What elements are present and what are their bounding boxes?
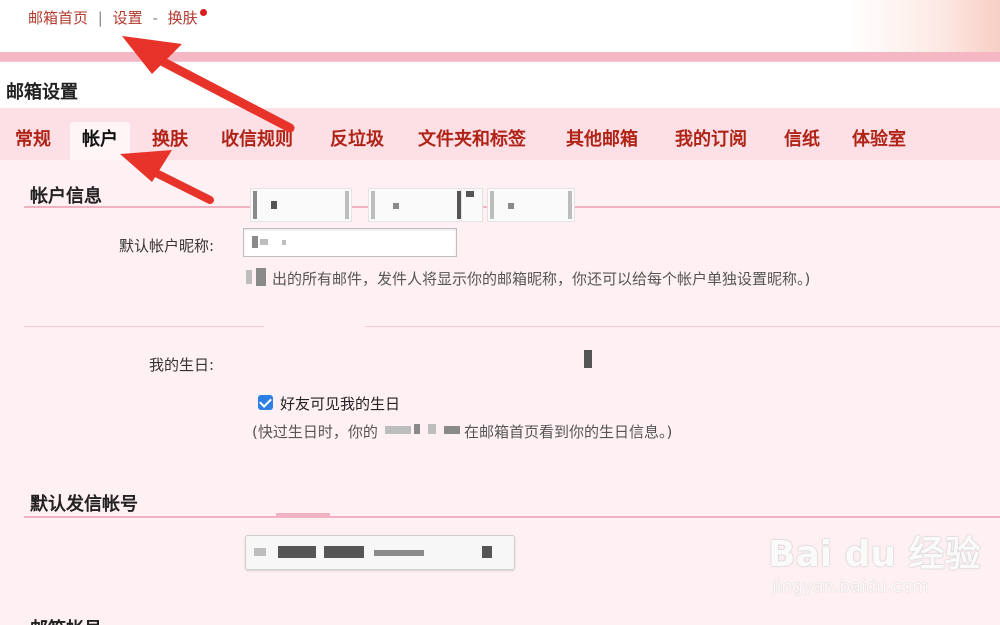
birth-year-select[interactable] [250, 188, 352, 222]
redacted-text [385, 426, 411, 434]
mailbox-home-link[interactable]: 邮箱首页 [28, 9, 88, 27]
redacted-text [345, 191, 349, 219]
tab-mail-rules[interactable]: 收信规则 [221, 122, 293, 160]
red-dot-icon [199, 9, 207, 16]
redacted-text [508, 203, 514, 209]
redacted-text [271, 201, 277, 209]
section-rule [24, 516, 1000, 518]
redacted-text [371, 191, 375, 219]
page-title: 邮箱设置 [6, 82, 78, 103]
link-separator-dash: - [152, 9, 158, 27]
header-divider [0, 61, 1000, 62]
redacted-text [568, 191, 572, 219]
tab-folders-labels[interactable]: 文件夹和标签 [418, 122, 526, 160]
redacted-text [254, 548, 266, 556]
top-links: 邮箱首页 | 设置 - 换肤 [28, 7, 207, 28]
redacted-text [252, 236, 258, 248]
change-skin-link[interactable]: 换肤 [168, 9, 198, 27]
redacted-text [466, 191, 474, 197]
redacted-text [282, 240, 286, 245]
redacted-text [278, 546, 316, 558]
tab-general[interactable]: 常规 [15, 122, 51, 160]
redacted-text [374, 550, 424, 556]
friends-visible-label[interactable]: 好友可见我的生日 [280, 393, 400, 414]
section-rule-accent [276, 513, 330, 516]
redacted-text [246, 270, 252, 284]
next-section-title: 邮箱帐号 [30, 615, 102, 625]
redacted-block [461, 188, 483, 222]
birthday-label: 我的生日: [148, 356, 214, 374]
redacted-text [260, 239, 268, 245]
header-pink-band [0, 52, 1000, 61]
nickname-hint: 出的所有邮件，发件人将显示你的邮箱昵称，你还可以给每个帐户单独设置昵称。) [272, 270, 811, 288]
top-bar: 邮箱首页 | 设置 - 换肤 [0, 0, 1000, 52]
header-decoration [850, 0, 1000, 52]
redacted-text [428, 424, 436, 434]
tab-anti-spam[interactable]: 反垃圾 [330, 122, 384, 160]
redacted-text [490, 191, 494, 219]
divider [24, 326, 264, 327]
redacted-text [584, 350, 592, 368]
link-separator: | [97, 9, 103, 27]
watermark-url: jingyan.baidu.com [772, 577, 929, 597]
account-info-title: 帐户信息 [30, 186, 102, 207]
watermark-logo: Bai du 经验 [768, 534, 981, 575]
default-sender-title: 默认发信帐号 [30, 494, 138, 515]
checkbox-checked-icon[interactable] [258, 395, 273, 410]
redacted-text [444, 426, 460, 434]
tab-skin[interactable]: 换肤 [152, 122, 188, 160]
divider [365, 326, 1000, 327]
redacted-text [414, 424, 420, 434]
birth-month-select[interactable] [368, 188, 462, 222]
nickname-label: 默认帐户昵称: [118, 237, 214, 255]
birthday-hint-start: (快过生日时，你的 [252, 423, 378, 441]
tab-account[interactable]: 帐户 [70, 122, 130, 160]
redacted-text [324, 546, 364, 558]
redacted-text [253, 191, 257, 219]
redacted-text [482, 546, 492, 558]
redacted-text [393, 203, 399, 209]
tab-stationery[interactable]: 信纸 [784, 122, 820, 160]
birthday-hint-end: 在邮箱首页看到你的生日信息。) [464, 423, 673, 441]
baidu-watermark: Bai du 经验 jingyan.baidu.com [768, 525, 983, 615]
settings-link[interactable]: 设置 [113, 9, 143, 27]
tab-lab[interactable]: 体验室 [852, 122, 906, 160]
default-sender-select[interactable] [245, 535, 515, 570]
tab-subscriptions[interactable]: 我的订阅 [675, 122, 747, 160]
nickname-input[interactable] [243, 228, 457, 257]
birth-day-select[interactable] [487, 188, 575, 222]
redacted-text [256, 268, 266, 286]
settings-tabs: 常规 帐户 换肤 收信规则 反垃圾 文件夹和标签 其他邮箱 我的订阅 信纸 体验… [0, 108, 1000, 160]
tab-other-mailboxes[interactable]: 其他邮箱 [566, 122, 638, 160]
